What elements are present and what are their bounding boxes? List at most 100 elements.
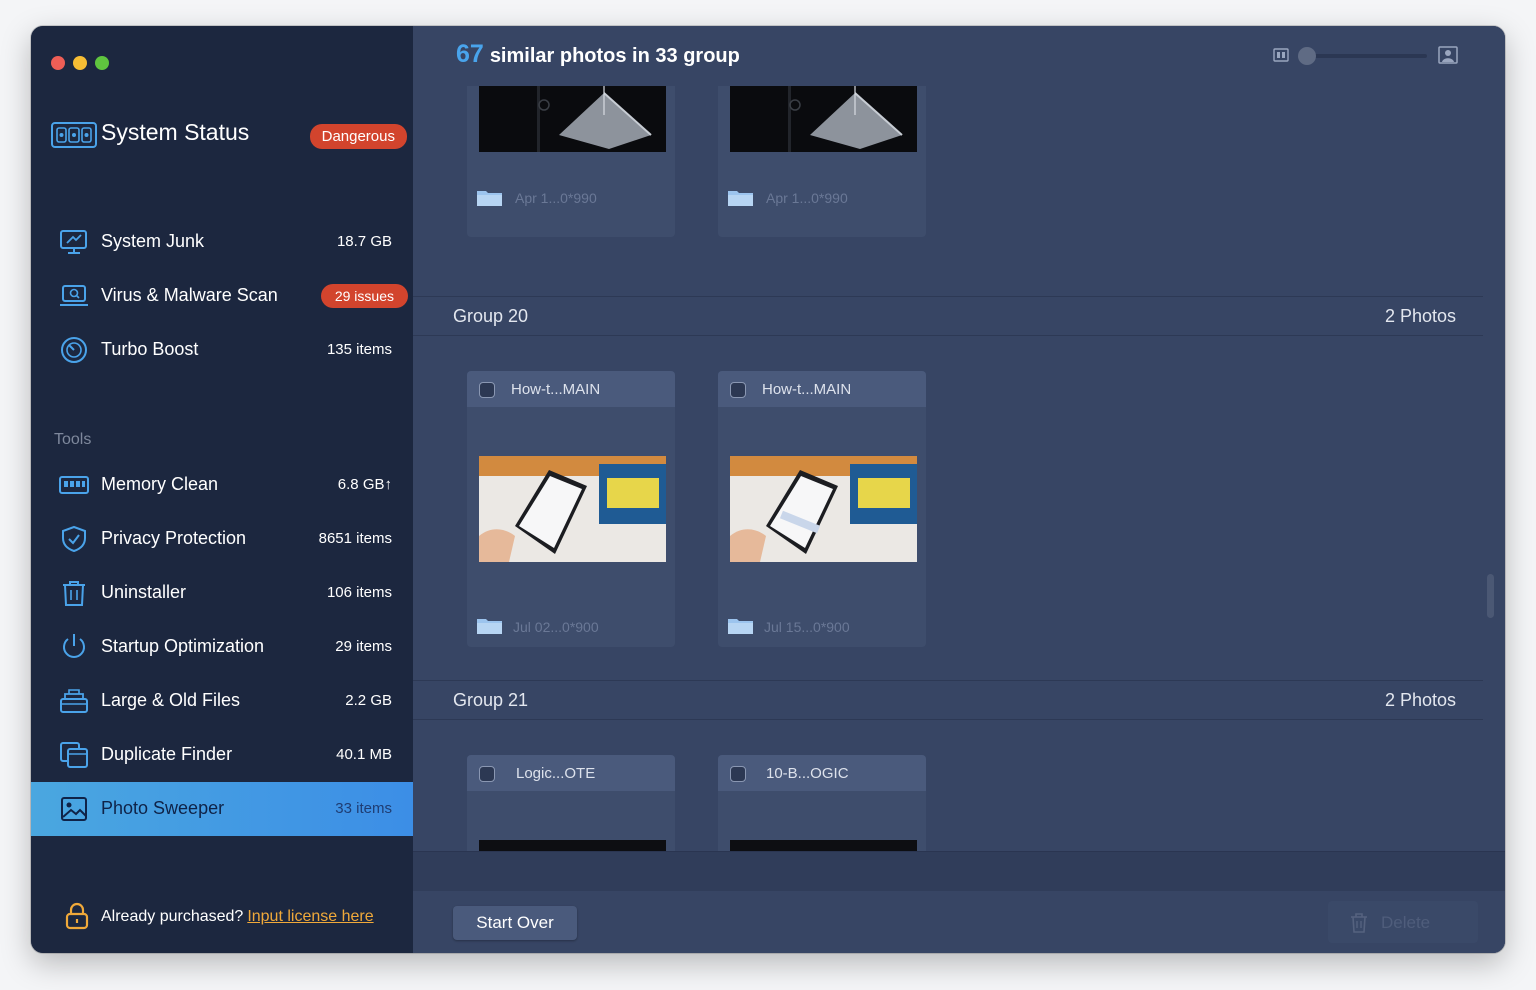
system-status-icon bbox=[51, 122, 97, 148]
duplicate-icon bbox=[60, 742, 88, 768]
power-icon bbox=[63, 634, 85, 658]
photo-filename: How-t...MAIN bbox=[511, 381, 601, 398]
sidebar-item-value: 135 items bbox=[326, 341, 392, 358]
sidebar-item-large-old-files[interactable]: Large & Old Files 2.2 GB bbox=[31, 674, 413, 728]
photo-card-header: Logic...OTE bbox=[467, 755, 675, 791]
thumbnail-large-icon[interactable] bbox=[1438, 46, 1458, 64]
trash-icon bbox=[63, 581, 85, 606]
license-text: Already purchased? Input license here bbox=[101, 908, 374, 926]
photo-checkbox[interactable] bbox=[730, 766, 746, 782]
photo-card[interactable]: 10-B...OGIC bbox=[718, 755, 926, 851]
start-over-button[interactable]: Start Over bbox=[453, 906, 577, 940]
similar-photos-count: 67 bbox=[456, 40, 484, 68]
sidebar-item-startup-optimization[interactable]: Startup Optimization 29 items bbox=[31, 620, 413, 674]
zoom-window-button[interactable] bbox=[95, 56, 109, 70]
photo-groups-list[interactable]: Apr 1...0*990 Apr 1...0*990 Group 20 2 P… bbox=[413, 86, 1505, 851]
footer-bar: Start Over Delete bbox=[413, 851, 1505, 953]
group-header: Group 20 2 Photos bbox=[413, 296, 1483, 336]
photo-card-header: How-t...MAIN bbox=[718, 371, 926, 407]
group-name: Group 20 bbox=[453, 306, 529, 326]
sidebar-item-privacy-protection[interactable]: Privacy Protection 8651 items bbox=[31, 512, 413, 566]
sidebar-item-value: 8651 items bbox=[318, 530, 392, 547]
delete-button[interactable]: Delete bbox=[1328, 901, 1478, 943]
input-license-link[interactable]: Input license here bbox=[247, 908, 373, 925]
photo-thumbnail bbox=[730, 840, 917, 851]
sidebar-item-value: 2.2 GB bbox=[345, 692, 392, 709]
sidebar-item-duplicate-finder[interactable]: Duplicate Finder 40.1 MB bbox=[31, 728, 413, 782]
similar-photos-text: similar photos in 33 group bbox=[489, 45, 740, 67]
sidebar-item-label: Memory Clean bbox=[101, 474, 219, 494]
sidebar-item-label: Duplicate Finder bbox=[101, 744, 233, 764]
sidebar-item-system-junk[interactable]: System Junk 18.7 GB bbox=[31, 215, 413, 269]
sidebar-item-value: 6.8 GB↑ bbox=[337, 476, 392, 493]
sidebar-item-photo-sweeper[interactable]: Photo Sweeper 33 items bbox=[31, 782, 413, 836]
folder-icon bbox=[477, 619, 502, 634]
photo-checkbox[interactable] bbox=[730, 382, 746, 398]
group-photo-count: 2 Photos bbox=[1384, 690, 1456, 710]
photo-card[interactable]: Logic...OTE bbox=[467, 755, 675, 851]
group-name: Group 21 bbox=[453, 690, 529, 710]
system-status-title: System Status bbox=[101, 119, 250, 145]
photo-card[interactable]: Apr 1...0*990 bbox=[467, 86, 675, 237]
sidebar-item-label: Uninstaller bbox=[101, 582, 187, 602]
photo-card[interactable]: Apr 1...0*990 bbox=[718, 86, 926, 237]
laptop-scan-icon bbox=[60, 285, 88, 306]
trash-icon bbox=[1351, 913, 1367, 933]
gauge-icon bbox=[61, 337, 87, 363]
sidebar-item-label: Turbo Boost bbox=[101, 339, 199, 359]
photo-thumbnail bbox=[730, 86, 917, 152]
photo-card-header: How-t...MAIN bbox=[467, 371, 675, 407]
photo-meta: Apr 1...0*990 bbox=[766, 190, 848, 206]
photo-card[interactable]: How-t...MAIN Jul 15...0*900 bbox=[718, 371, 926, 647]
sidebar-item-memory-clean[interactable]: Memory Clean 6.8 GB↑ bbox=[31, 458, 413, 512]
issues-badge: 29 issues bbox=[320, 284, 408, 308]
sidebar-item-label: Large & Old Files bbox=[101, 690, 241, 710]
sidebar-item-value: 40.1 MB bbox=[336, 746, 392, 763]
folder-icon bbox=[477, 191, 502, 206]
group-header: Group 21 2 Photos bbox=[413, 680, 1483, 720]
close-window-button[interactable] bbox=[51, 56, 65, 70]
sidebar-item-label: Privacy Protection bbox=[101, 528, 247, 548]
memory-icon bbox=[59, 476, 89, 494]
window-controls bbox=[51, 56, 109, 70]
group-photo-count: 2 Photos bbox=[1384, 306, 1456, 326]
sidebar-item-virus-scan[interactable]: Virus & Malware Scan 29 issues bbox=[31, 269, 413, 323]
photo-checkbox[interactable] bbox=[479, 766, 495, 782]
page-title: 67 similar photos in 33 group bbox=[456, 40, 740, 69]
photo-thumbnail bbox=[479, 456, 666, 562]
delete-button-label: Delete bbox=[1381, 913, 1431, 932]
license-prefix: Already purchased? bbox=[101, 908, 244, 925]
photo-thumbnail bbox=[479, 840, 666, 851]
main-header: 67 similar photos in 33 group bbox=[413, 26, 1505, 86]
folder-icon bbox=[728, 191, 753, 206]
footer-divider bbox=[413, 851, 1505, 891]
sidebar-item-label: Photo Sweeper bbox=[101, 798, 225, 818]
main-panel: 67 similar photos in 33 group Apr 1...0*… bbox=[413, 26, 1505, 953]
photo-meta: Apr 1...0*990 bbox=[515, 190, 597, 206]
photo-card[interactable]: How-t...MAIN Jul 02...0*900 bbox=[467, 371, 675, 647]
photo-filename: Logic...OTE bbox=[516, 765, 596, 782]
minimize-window-button[interactable] bbox=[73, 56, 87, 70]
photo-meta: Jul 02...0*900 bbox=[513, 619, 599, 635]
vertical-scrollbar[interactable] bbox=[1487, 574, 1494, 618]
lock-icon bbox=[65, 902, 89, 930]
tools-section-label: Tools bbox=[54, 431, 92, 448]
sidebar-item-uninstaller[interactable]: Uninstaller 106 items bbox=[31, 566, 413, 620]
folder-icon bbox=[728, 619, 753, 634]
thumbnail-size-slider-knob[interactable] bbox=[1298, 47, 1316, 65]
sidebar-item-value: 29 items bbox=[335, 638, 392, 655]
status-badge: Dangerous bbox=[309, 124, 407, 149]
photo-filename: 10-B...OGIC bbox=[766, 765, 849, 782]
sidebar-item-value: 106 items bbox=[326, 584, 392, 601]
photo-checkbox[interactable] bbox=[479, 382, 495, 398]
thumbnail-small-icon[interactable] bbox=[1273, 48, 1289, 62]
thumbnail-size-slider[interactable] bbox=[1301, 54, 1427, 58]
sidebar-item-label: Startup Optimization bbox=[101, 636, 265, 656]
system-status-row[interactable]: System Status Dangerous bbox=[51, 116, 407, 156]
app-window: System Status Dangerous System Junk 18.7… bbox=[31, 26, 1505, 953]
photo-meta: Jul 15...0*900 bbox=[764, 619, 850, 635]
photo-icon bbox=[61, 797, 87, 821]
sidebar-item-turbo-boost[interactable]: Turbo Boost 135 items bbox=[31, 323, 413, 377]
photo-thumbnail bbox=[730, 456, 917, 562]
sidebar-item-label: Virus & Malware Scan bbox=[101, 285, 278, 305]
